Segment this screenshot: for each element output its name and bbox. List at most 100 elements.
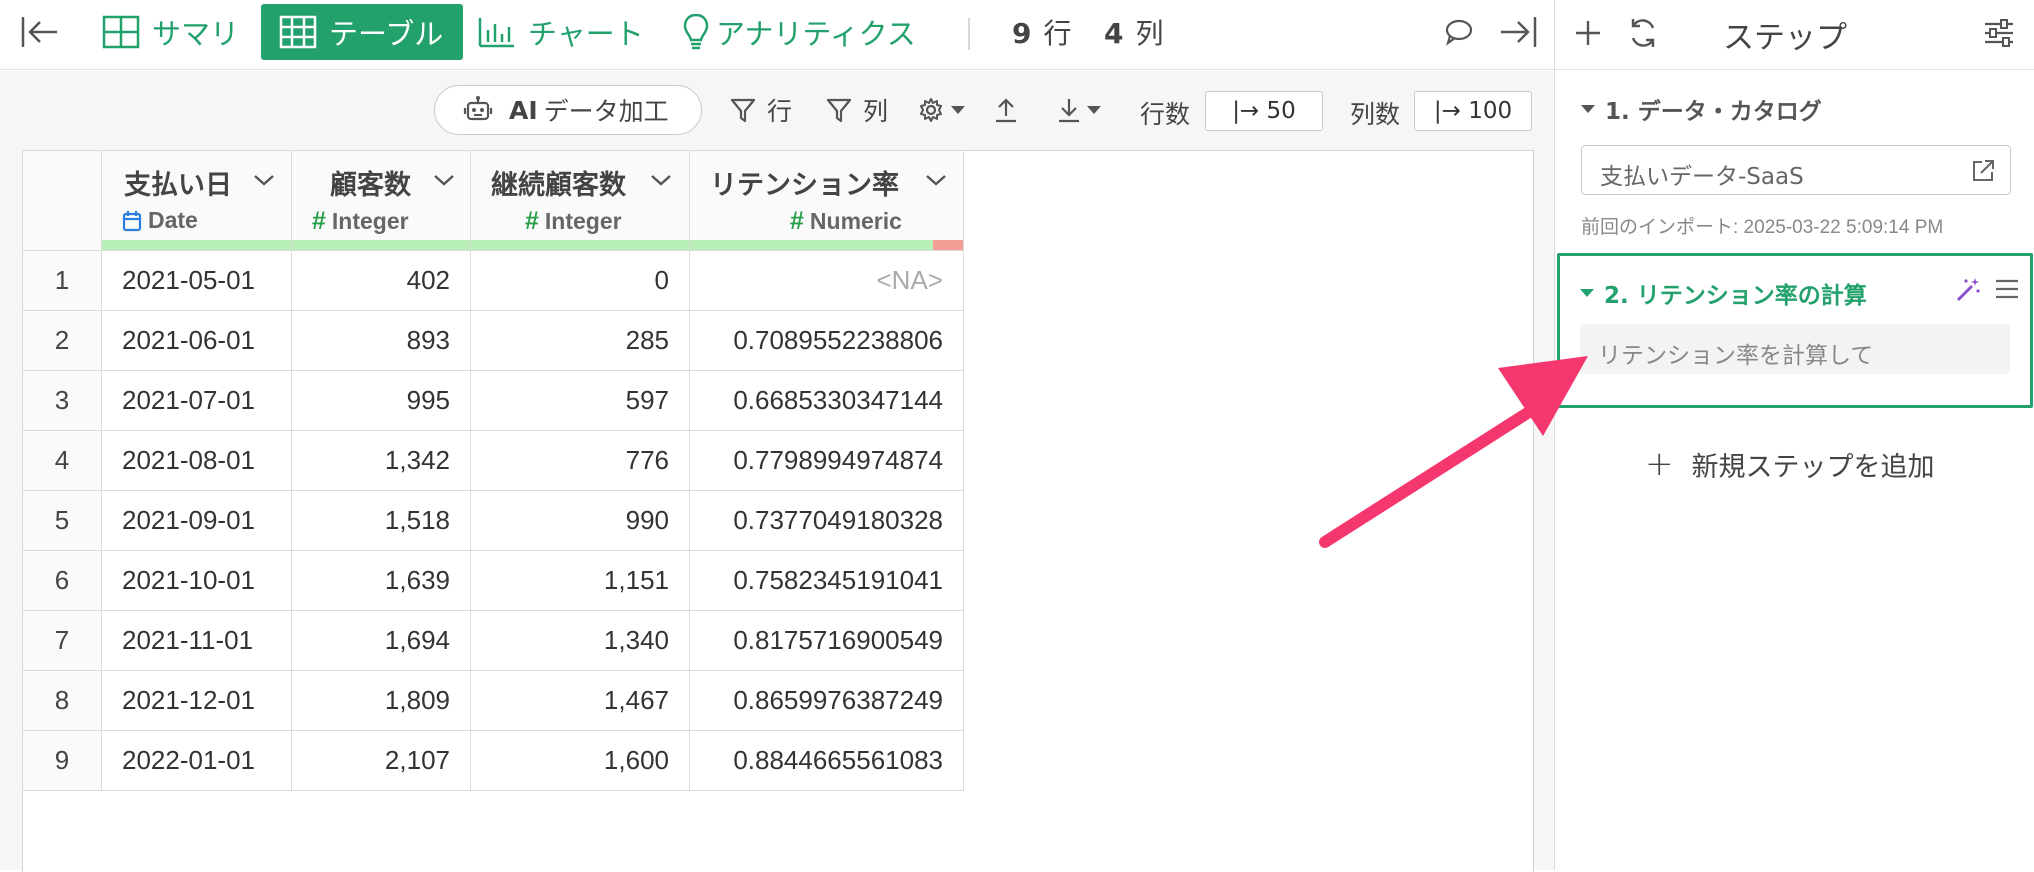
step-2-prompt-input[interactable]: リテンション率を計算して xyxy=(1580,324,2010,374)
column-header-name: リテンション率 xyxy=(710,170,899,201)
cell-retained[interactable]: 776 xyxy=(470,430,690,491)
cell-retention-rate[interactable]: 0.7089552238806 xyxy=(689,310,964,371)
summary-grid-icon xyxy=(102,15,140,49)
cell-retention-rate[interactable]: 0.6685330347144 xyxy=(689,370,964,431)
number-hash-icon: # xyxy=(312,207,326,235)
upload-icon xyxy=(994,96,1018,124)
columns-limit-input[interactable]: |→ 100 xyxy=(1414,91,1532,131)
row-number: 1 xyxy=(22,250,102,311)
robot-icon xyxy=(463,95,493,125)
rows-limit-input[interactable]: |→ 50 xyxy=(1205,91,1323,131)
tab-analytics[interactable]: アナリティクス xyxy=(682,4,916,60)
row-number: 3 xyxy=(22,370,102,431)
cell-customers[interactable]: 893 xyxy=(291,310,471,371)
step-1-header[interactable]: 1. データ・カタログ xyxy=(1581,92,1822,126)
cell-customers[interactable]: 402 xyxy=(291,250,471,311)
column-count: 4列 xyxy=(1104,12,1164,52)
cell-date[interactable]: 2021-08-01 xyxy=(101,430,292,491)
cell-date[interactable]: 2021-09-01 xyxy=(101,490,292,551)
tab-chart[interactable]: チャート xyxy=(478,4,644,60)
caret-down-icon xyxy=(951,105,965,115)
download-menu-button[interactable] xyxy=(1057,91,1101,129)
cell-retention-rate[interactable]: 0.7582345191041 xyxy=(689,550,964,611)
upload-button[interactable] xyxy=(994,91,1018,129)
quality-bar xyxy=(471,240,689,250)
cell-customers[interactable]: 1,694 xyxy=(291,610,471,671)
calendar-icon xyxy=(122,210,142,232)
cell-date[interactable]: 2022-01-01 xyxy=(101,730,292,791)
cell-date[interactable]: 2021-10-01 xyxy=(101,550,292,611)
caret-down-icon xyxy=(1581,104,1595,114)
column-header-retained-customers[interactable]: 継続顧客数 # Integer xyxy=(470,150,690,251)
steps-panel: ステップ 1. データ・カタログ 支払いデータ-SaaS 前回のインポート: 2… xyxy=(1554,0,2034,870)
tab-summary[interactable]: サマリ xyxy=(102,4,239,60)
sliders-icon[interactable] xyxy=(1983,18,2015,48)
ai-button-label: データ加工 xyxy=(543,97,669,126)
cell-customers[interactable]: 1,809 xyxy=(291,670,471,731)
expand-right-icon[interactable] xyxy=(1498,14,1538,50)
tab-table[interactable]: テーブル xyxy=(261,4,464,60)
data-table: 支払い日 Date 顧客数 # Integer 継続顧客数 # Integer … xyxy=(22,150,964,791)
add-step-button[interactable]: + 新規ステップを追加 xyxy=(1645,444,1935,484)
refresh-icon[interactable] xyxy=(1627,16,1659,50)
cell-retained[interactable]: 1,340 xyxy=(470,610,690,671)
cell-date[interactable]: 2021-11-01 xyxy=(101,610,292,671)
cell-retention-rate[interactable]: <NA> xyxy=(689,250,964,311)
step-1-source-field[interactable]: 支払いデータ-SaaS xyxy=(1581,145,2011,195)
chevron-down-icon[interactable] xyxy=(649,173,673,187)
external-link-icon[interactable] xyxy=(1970,158,1996,184)
chevron-down-icon[interactable] xyxy=(924,173,948,187)
cell-retention-rate[interactable]: 0.8659976387249 xyxy=(689,670,964,731)
cell-customers[interactable]: 2,107 xyxy=(291,730,471,791)
table-row: 5 2021-09-01 1,518 990 0.7377049180328 xyxy=(22,490,964,551)
ai-data-wrangling-button[interactable]: AI データ加工 xyxy=(434,85,702,135)
cell-retention-rate[interactable]: 0.7377049180328 xyxy=(689,490,964,551)
collapse-left-icon[interactable] xyxy=(20,14,60,50)
comment-icon[interactable] xyxy=(1444,18,1474,46)
hamburger-menu-icon[interactable] xyxy=(1994,278,2020,300)
cell-date[interactable]: 2021-05-01 xyxy=(101,250,292,311)
chevron-down-icon[interactable] xyxy=(432,173,456,187)
column-header-payment-date[interactable]: 支払い日 Date xyxy=(101,150,292,251)
step-1-title: 1. データ・カタログ xyxy=(1605,99,1822,125)
row-number: 5 xyxy=(22,490,102,551)
cell-date[interactable]: 2021-12-01 xyxy=(101,670,292,731)
step-2-card[interactable]: 2. リテンション率の計算 リテンション率を計算して xyxy=(1557,253,2033,408)
column-filter-button[interactable]: 列 xyxy=(825,91,888,129)
row-filter-button[interactable]: 行 xyxy=(729,91,792,129)
cell-retained[interactable]: 0 xyxy=(470,250,690,311)
row-number: 6 xyxy=(22,550,102,611)
cell-retention-rate[interactable]: 0.8844665561083 xyxy=(689,730,964,791)
number-hash-icon: # xyxy=(790,207,804,235)
magic-wand-icon[interactable] xyxy=(1954,276,1982,304)
cell-date[interactable]: 2021-06-01 xyxy=(101,310,292,371)
cell-retained[interactable]: 1,600 xyxy=(470,730,690,791)
column-header-retention-rate[interactable]: リテンション率 # Numeric xyxy=(689,150,964,251)
settings-menu-button[interactable] xyxy=(917,91,965,129)
cell-retained[interactable]: 1,467 xyxy=(470,670,690,731)
table-row: 9 2022-01-01 2,107 1,600 0.8844665561083 xyxy=(22,730,964,791)
cell-date[interactable]: 2021-07-01 xyxy=(101,370,292,431)
cell-retention-rate[interactable]: 0.7798994974874 xyxy=(689,430,964,491)
cell-customers[interactable]: 995 xyxy=(291,370,471,431)
add-icon[interactable] xyxy=(1573,18,1603,48)
data-source-name: 支払いデータ-SaaS xyxy=(1600,164,1804,190)
number-hash-icon: # xyxy=(525,207,539,235)
column-header-customers[interactable]: 顧客数 # Integer xyxy=(291,150,471,251)
table-row: 4 2021-08-01 1,342 776 0.7798994974874 xyxy=(22,430,964,491)
cell-customers[interactable]: 1,518 xyxy=(291,490,471,551)
cell-retained[interactable]: 597 xyxy=(470,370,690,431)
table-row: 1 2021-05-01 402 0 <NA> xyxy=(22,250,964,311)
cell-customers[interactable]: 1,342 xyxy=(291,430,471,491)
cell-retained[interactable]: 1,151 xyxy=(470,550,690,611)
step-2-header[interactable]: 2. リテンション率の計算 xyxy=(1580,276,1867,310)
chevron-down-icon[interactable] xyxy=(252,173,276,187)
tab-table-label: テーブル xyxy=(329,17,444,51)
cell-retained[interactable]: 285 xyxy=(470,310,690,371)
cell-customers[interactable]: 1,639 xyxy=(291,550,471,611)
row-count: 9行 xyxy=(1012,12,1072,52)
cell-retention-rate[interactable]: 0.8175716900549 xyxy=(689,610,964,671)
cell-retained[interactable]: 990 xyxy=(470,490,690,551)
bar-chart-icon xyxy=(478,16,516,48)
step-2-title: 2. リテンション率の計算 xyxy=(1604,283,1867,309)
